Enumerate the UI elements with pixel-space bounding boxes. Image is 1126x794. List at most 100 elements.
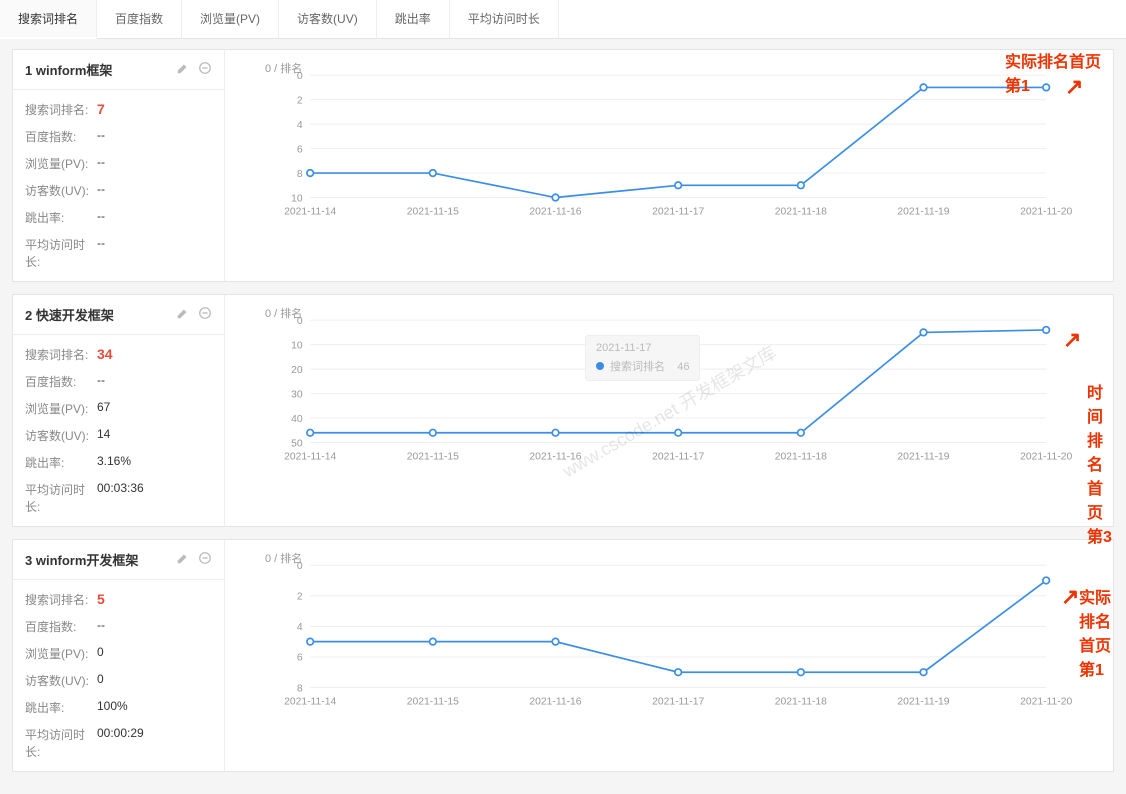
label-duration: 平均访问时长: [25,726,97,760]
label-pv: 浏览量(PV): [25,155,97,172]
stats-sidebar: 3 winform开发框架 搜索词排名:5 百度指数:-- 浏览量(PV):0 … [13,540,225,771]
svg-text:6: 6 [297,144,303,155]
keyword-panel: 3 winform开发框架 搜索词排名:5 百度指数:-- 浏览量(PV):0 … [12,539,1114,772]
edit-icon[interactable] [172,308,190,323]
value-rank: 5 [97,591,105,608]
tab-rank[interactable]: 搜索词排名 [0,0,97,39]
chart-area: 0 / 排名024682021-11-142021-11-152021-11-1… [225,540,1113,771]
delete-icon[interactable] [194,308,212,323]
value-duration: 00:00:29 [97,726,144,760]
svg-text:2021-11-17: 2021-11-17 [652,451,704,462]
svg-text:2021-11-20: 2021-11-20 [1020,451,1072,462]
svg-text:10: 10 [291,193,303,204]
svg-text:2021-11-18: 2021-11-18 [775,451,827,462]
arrow-icon: ↗ [1061,584,1079,610]
svg-text:2: 2 [297,95,303,106]
tabs: 搜索词排名百度指数浏览量(PV)访客数(UV)跳出率平均访问时长 [0,0,1126,39]
tab-bounce[interactable]: 跳出率 [377,0,450,38]
svg-text:10: 10 [291,340,303,351]
svg-text:2021-11-17: 2021-11-17 [652,206,704,217]
label-uv: 访客数(UV): [25,427,97,444]
value-bounce: -- [97,209,105,226]
label-baidu: 百度指数: [25,128,97,145]
value-duration: 00:03:36 [97,481,144,515]
label-bounce: 跳出率: [25,454,97,471]
tab-uv[interactable]: 访客数(UV) [279,0,377,38]
svg-text:2021-11-18: 2021-11-18 [775,206,827,217]
arrow-icon: ↗ [1065,74,1083,100]
delete-icon[interactable] [194,553,212,568]
chart-tooltip: 2021-11-17搜索词排名 46 [585,335,700,381]
annotation-text: 实际排名首页第1 [1005,48,1113,96]
tab-baidu[interactable]: 百度指数 [97,0,182,38]
value-duration: -- [97,236,105,270]
svg-text:2021-11-19: 2021-11-19 [897,451,949,462]
y-axis-label: 0 / 排名 [265,60,302,76]
svg-text:2021-11-17: 2021-11-17 [652,696,704,707]
annotation-text: 时间排名首页第3 [1087,379,1113,547]
svg-text:50: 50 [291,438,303,449]
y-axis-label: 0 / 排名 [265,305,302,321]
svg-text:4: 4 [297,120,303,131]
line-chart: 02468102021-11-142021-11-152021-11-16202… [233,62,1097,222]
chart-area: 0 / 排名02468102021-11-142021-11-152021-11… [225,50,1113,281]
panel-title: 2 快速开发框架 [25,305,114,324]
label-duration: 平均访问时长: [25,236,97,270]
value-rank: 34 [97,346,113,363]
svg-text:2021-11-16: 2021-11-16 [529,206,581,217]
svg-text:6: 6 [297,653,303,664]
svg-text:2: 2 [297,592,303,603]
svg-text:2021-11-14: 2021-11-14 [284,451,336,462]
value-bounce: 3.16% [97,454,131,471]
arrow-icon: ↗ [1063,327,1081,353]
svg-text:2021-11-19: 2021-11-19 [897,206,949,217]
label-uv: 访客数(UV): [25,672,97,689]
svg-text:2021-11-15: 2021-11-15 [407,206,459,217]
svg-text:2021-11-16: 2021-11-16 [529,696,581,707]
stats-sidebar: 2 快速开发框架 搜索词排名:34 百度指数:-- 浏览量(PV):67 访客数… [13,295,225,526]
line-chart: 024682021-11-142021-11-152021-11-162021-… [233,552,1097,712]
edit-icon[interactable] [172,63,190,78]
delete-icon[interactable] [194,63,212,78]
panel-title: 3 winform开发框架 [25,550,138,569]
value-uv: 14 [97,427,110,444]
panel-title: 1 winform框架 [25,60,112,79]
keyword-panel: 1 winform框架 搜索词排名:7 百度指数:-- 浏览量(PV):-- 访… [12,49,1114,282]
panels-container: 1 winform框架 搜索词排名:7 百度指数:-- 浏览量(PV):-- 访… [0,39,1126,794]
edit-icon[interactable] [172,553,190,568]
label-rank: 搜索词排名: [25,101,97,118]
svg-text:2021-11-15: 2021-11-15 [407,451,459,462]
chart-area: 0 / 排名010203040502021-11-142021-11-15202… [225,295,1113,526]
label-baidu: 百度指数: [25,373,97,390]
svg-text:2021-11-14: 2021-11-14 [284,696,336,707]
svg-text:20: 20 [291,365,303,376]
value-uv: -- [97,182,105,199]
svg-text:2021-11-16: 2021-11-16 [529,451,581,462]
svg-text:30: 30 [291,389,303,400]
label-rank: 搜索词排名: [25,346,97,363]
label-bounce: 跳出率: [25,699,97,716]
svg-text:2021-11-18: 2021-11-18 [775,696,827,707]
label-pv: 浏览量(PV): [25,400,97,417]
y-axis-label: 0 / 排名 [265,550,302,566]
label-baidu: 百度指数: [25,618,97,635]
svg-text:8: 8 [297,683,303,694]
line-chart: 010203040502021-11-142021-11-152021-11-1… [233,307,1097,467]
svg-text:4: 4 [297,622,303,633]
svg-text:2021-11-14: 2021-11-14 [284,206,336,217]
svg-text:2021-11-15: 2021-11-15 [407,696,459,707]
tab-duration[interactable]: 平均访问时长 [450,0,559,38]
value-baidu: -- [97,128,105,145]
tab-pv[interactable]: 浏览量(PV) [182,0,279,38]
label-duration: 平均访问时长: [25,481,97,515]
label-pv: 浏览量(PV): [25,645,97,662]
value-rank: 7 [97,101,105,118]
svg-text:2021-11-20: 2021-11-20 [1020,696,1072,707]
label-rank: 搜索词排名: [25,591,97,608]
svg-text:8: 8 [297,169,303,180]
svg-text:2021-11-19: 2021-11-19 [897,696,949,707]
annotation-text: 实际排名首页第1 [1079,584,1113,680]
value-baidu: -- [97,373,105,390]
svg-text:2021-11-20: 2021-11-20 [1020,206,1072,217]
keyword-panel: 2 快速开发框架 搜索词排名:34 百度指数:-- 浏览量(PV):67 访客数… [12,294,1114,527]
